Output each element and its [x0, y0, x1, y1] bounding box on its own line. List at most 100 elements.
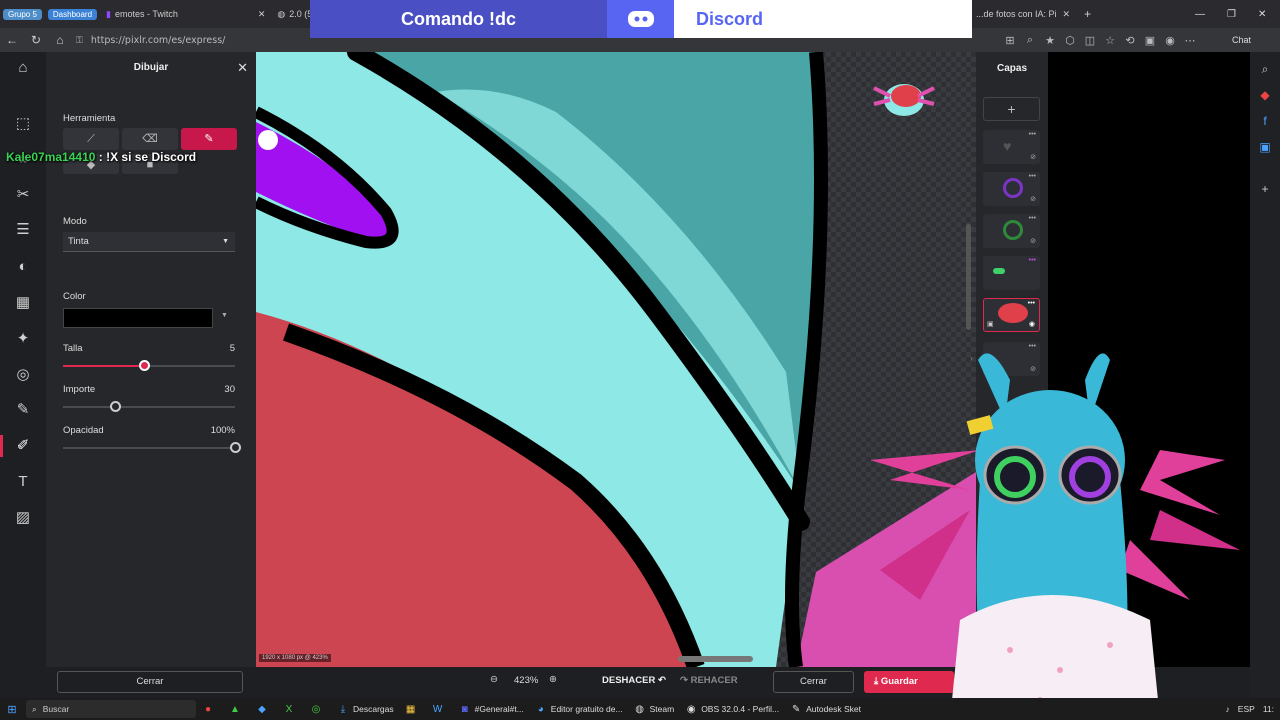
layer-item[interactable]: •••: [983, 256, 1040, 290]
close-window-icon[interactable]: ✕: [1258, 9, 1266, 20]
url-field[interactable]: https://pixlr.com/es/express/: [91, 35, 226, 46]
taskbar-app-steam[interactable]: ◍ Steam: [628, 699, 680, 719]
app-icon[interactable]: X: [277, 699, 304, 719]
canvas-hscroll[interactable]: [678, 656, 753, 662]
app-icon[interactable]: ◆: [250, 699, 277, 719]
tab-twitch[interactable]: ▮ emotes - Twitch ✕: [100, 3, 271, 25]
zoom-level[interactable]: 423%: [514, 675, 538, 686]
zoom-out-icon[interactable]: ⊖: [490, 674, 498, 685]
size-slider-handle[interactable]: [138, 360, 150, 371]
home-icon[interactable]: ⌂: [48, 33, 72, 47]
save-button[interactable]: ⤓ Guardar: [864, 671, 954, 693]
pen-button[interactable]: ✎: [181, 128, 237, 150]
layer-item-active[interactable]: ▣ ••• ◉: [983, 298, 1040, 332]
add-icon[interactable]: +: [1257, 182, 1273, 198]
reload-icon[interactable]: ↻: [24, 33, 48, 47]
cutout-tool-icon[interactable]: ✂: [13, 185, 33, 205]
layer-item[interactable]: ••• ⊘: [983, 342, 1040, 376]
liquify-tool-icon[interactable]: ◎: [13, 365, 33, 385]
taskbar-app-discord[interactable]: ◙ #General#t...: [453, 699, 529, 719]
tab-pixlr[interactable]: ...de fotos con IA: Pi ✕ +: [970, 3, 1097, 25]
eraser-button[interactable]: ⌫: [122, 128, 178, 150]
layer-menu-icon[interactable]: •••: [1029, 173, 1036, 180]
effects-tool-icon[interactable]: ▦: [13, 293, 33, 313]
dashboard-group-chip[interactable]: Dashboard: [47, 8, 98, 20]
eye-hidden-icon[interactable]: ⊘: [1030, 153, 1036, 161]
back-icon[interactable]: ←: [0, 33, 24, 47]
layer-menu-icon[interactable]: •••: [1029, 257, 1036, 264]
new-tab-icon[interactable]: +: [1084, 7, 1091, 21]
layers-scrollbar[interactable]: [966, 224, 971, 330]
draw-tool-icon[interactable]: ✐: [13, 436, 33, 456]
close-button[interactable]: Cerrar: [773, 671, 854, 693]
adjust-tool-icon[interactable]: ☰: [13, 220, 33, 240]
layer-menu-icon[interactable]: •••: [1029, 343, 1036, 350]
brush-button[interactable]: ⟋: [63, 128, 119, 150]
taskbar-app-obs[interactable]: ◉ OBS 32.0.4 - Perfil...: [679, 699, 784, 719]
translate-icon[interactable]: ⊞: [1000, 34, 1020, 47]
arrange-tool-icon[interactable]: ⬚: [13, 114, 33, 134]
eye-icon[interactable]: ◉: [1029, 320, 1035, 328]
chevron-down-icon[interactable]: ▼: [221, 312, 228, 319]
zoom-in-icon[interactable]: ⊕: [549, 674, 557, 685]
tab-group-chip[interactable]: Grupo 5: [3, 8, 42, 20]
home-icon[interactable]: ⌂: [13, 58, 33, 78]
minimize-icon[interactable]: —: [1195, 9, 1205, 20]
add-layer-button[interactable]: +: [983, 97, 1040, 121]
layer-item[interactable]: ♥ ••• ⊘: [983, 130, 1040, 164]
windows-start-icon[interactable]: ⊞: [0, 703, 24, 716]
volume-icon[interactable]: ♪: [1226, 704, 1230, 714]
eye-hidden-icon[interactable]: ⊘: [1030, 237, 1036, 245]
color-swatch[interactable]: [63, 308, 213, 328]
taskbar-search[interactable]: ⌕ Buscar: [26, 700, 196, 718]
app-icon[interactable]: ◎: [304, 699, 331, 719]
app-icon[interactable]: ▲: [223, 699, 250, 719]
opacity-slider-handle[interactable]: [230, 442, 241, 453]
language-indicator[interactable]: ESP: [1238, 704, 1255, 714]
layer-item[interactable]: ••• ⊘: [983, 214, 1040, 248]
facebook-icon[interactable]: f: [1257, 114, 1273, 130]
opacity-slider[interactable]: [63, 442, 241, 453]
pattern-tool-icon[interactable]: ▨: [13, 508, 33, 528]
tab-close-icon[interactable]: ✕: [1063, 9, 1071, 20]
layer-item[interactable]: ••• ⊘: [983, 172, 1040, 206]
shopping-icon[interactable]: ◆: [1257, 88, 1273, 104]
more-icon[interactable]: ⋯: [1180, 34, 1200, 47]
clock[interactable]: 11:: [1263, 704, 1274, 714]
favorite-star-icon[interactable]: ★: [1040, 34, 1060, 47]
eye-hidden-icon[interactable]: ⊘: [1030, 365, 1036, 373]
tab-close-icon[interactable]: ✕: [258, 9, 266, 20]
amount-slider[interactable]: [63, 401, 235, 412]
copilot-chat-button[interactable]: Chat: [1232, 35, 1251, 45]
eye-hidden-icon[interactable]: ⊘: [1030, 195, 1036, 203]
split-screen-icon[interactable]: ◫: [1080, 34, 1100, 47]
edge-app-icon[interactable]: ●: [196, 699, 223, 719]
text-tool-icon[interactable]: T: [13, 472, 33, 492]
close-panel-button[interactable]: Cerrar: [57, 671, 243, 693]
close-icon[interactable]: ✕: [237, 60, 248, 76]
clone-tool-icon[interactable]: ✎: [13, 400, 33, 420]
extensions-icon[interactable]: ⬡: [1060, 34, 1080, 47]
layer-menu-icon[interactable]: •••: [1029, 131, 1036, 138]
taskbar-app-sketchbook[interactable]: ✎ Autodesk Sket: [784, 699, 866, 719]
undo-button[interactable]: DESHACER ↶: [602, 675, 666, 686]
maximize-icon[interactable]: ❐: [1227, 9, 1236, 20]
zoom-icon[interactable]: ⌕: [1020, 34, 1040, 47]
collapse-arrow-icon[interactable]: ›: [970, 354, 973, 363]
amount-slider-handle[interactable]: [109, 401, 121, 412]
editor-canvas[interactable]: [256, 52, 976, 667]
app-icon[interactable]: ▦: [399, 699, 426, 719]
filter-tool-icon[interactable]: ◐: [13, 257, 33, 277]
outlook-icon[interactable]: ▣: [1257, 140, 1273, 156]
favorites-icon[interactable]: ☆: [1100, 34, 1120, 47]
layer-menu-icon[interactable]: •••: [1029, 215, 1036, 222]
mode-select[interactable]: Tinta ▼: [63, 232, 235, 252]
profile-icon[interactable]: ◉: [1160, 34, 1180, 47]
taskbar-app-downloads[interactable]: ⤓ Descargas: [331, 699, 399, 719]
taskbar-app-editor[interactable]: ◕ Editor gratuito de...: [529, 699, 628, 719]
layer-menu-icon[interactable]: •••: [1028, 300, 1035, 307]
redo-button[interactable]: ↷ REHACER: [680, 675, 738, 686]
retouch-tool-icon[interactable]: ✦: [13, 329, 33, 349]
search-icon[interactable]: ⌕: [1257, 62, 1273, 78]
history-icon[interactable]: ⟲: [1120, 34, 1140, 47]
